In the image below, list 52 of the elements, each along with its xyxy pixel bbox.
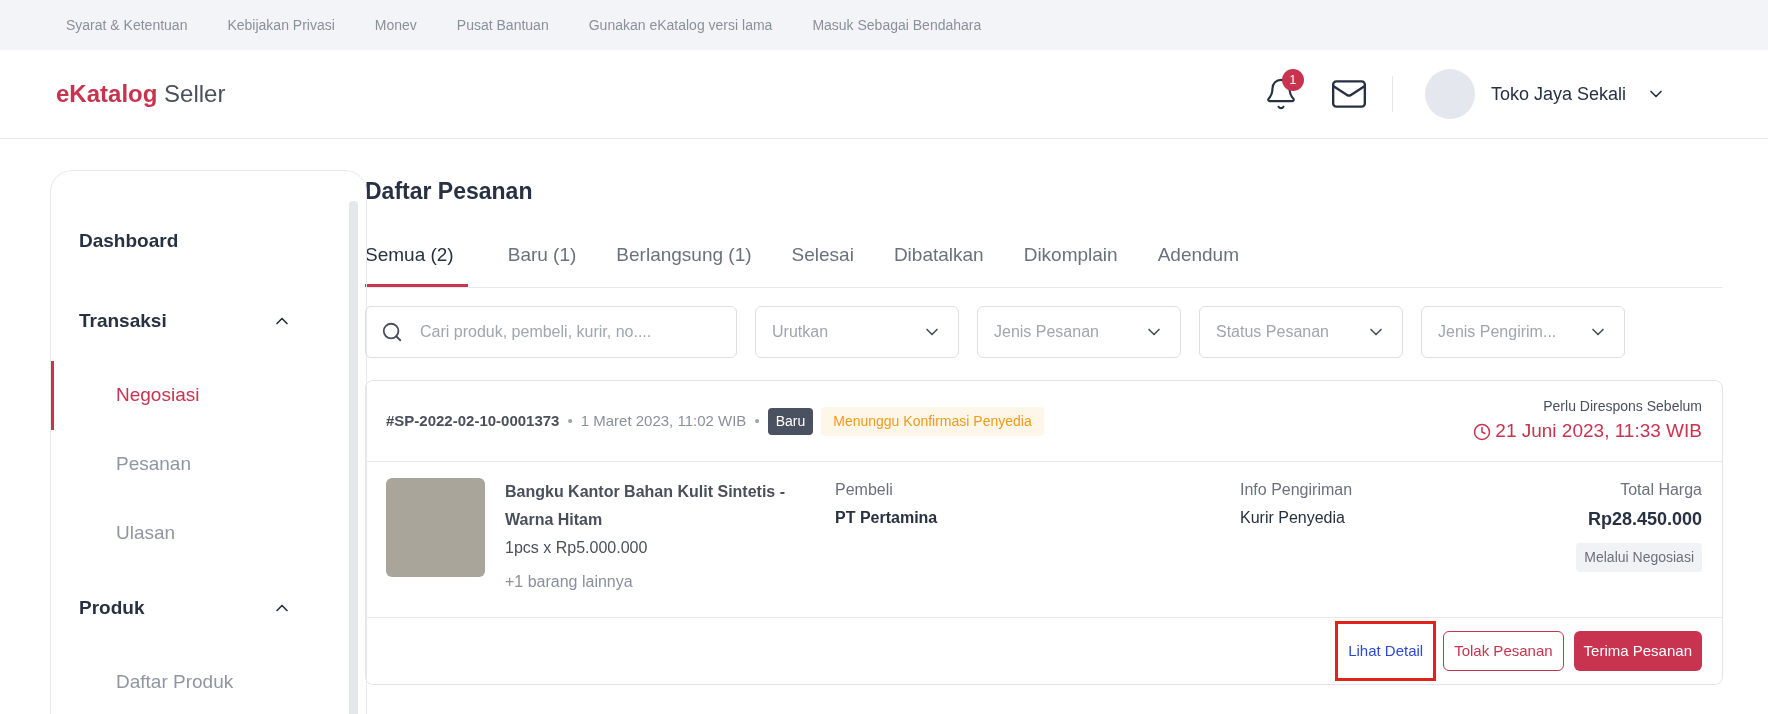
search-field[interactable]: Cari produk, pembeli, kurir, no.... <box>365 306 737 358</box>
shipping-value: Kurir Penyedia <box>1240 508 1346 528</box>
quantity-price: 1pcs x Rp5.000.000 <box>505 538 649 558</box>
user-name[interactable]: Toko Jaya Sekali <box>1490 80 1626 108</box>
product-name: Bangku Kantor Bahan Kulit Sintetis - Warna Hitam <box>505 482 786 530</box>
tab[interactable]: Selesai <box>791 240 854 287</box>
top-link[interactable]: Monev <box>374 14 417 36</box>
order-date: 1 Maret 2023, 11:02 WIB <box>580 410 747 431</box>
tab[interactable]: Dikomplain <box>1023 240 1118 287</box>
tab[interactable]: Berlangsung (1) <box>616 240 752 287</box>
page-title: Daftar Pesanan <box>365 177 534 206</box>
deadline-label: Perlu Direspons Sebelum <box>1543 397 1702 417</box>
total-label: Total Harga <box>1620 480 1702 500</box>
method-tag: Melalui Negosiasi <box>1576 543 1702 572</box>
tab[interactable]: Semua (2) <box>365 240 468 287</box>
sidebar-item[interactable]: Ulasan <box>51 499 366 568</box>
sidebar-item[interactable]: Daftar Produk <box>51 648 366 714</box>
action-button[interactable]: Lihat Detail <box>1338 624 1434 678</box>
clock-icon <box>1473 422 1492 441</box>
search-icon <box>381 321 403 343</box>
logo[interactable]: eKatalog Seller <box>56 76 226 112</box>
shipping-label: Info Pengiriman <box>1240 480 1354 500</box>
deadline: 21 Juni 2023, 11:33 WIB <box>1495 419 1702 444</box>
order-number: #SP-2022-02-10-0001373 <box>386 410 560 431</box>
notification-count: 1 <box>1281 69 1304 91</box>
status-badge: Baru <box>767 407 814 435</box>
top-link[interactable]: Kebijakan Privasi <box>227 14 335 36</box>
sidebar-item[interactable]: Pesanan <box>51 430 366 499</box>
action-button[interactable]: Tolak Pesanan <box>1443 631 1564 671</box>
tab[interactable]: Dibatalkan <box>893 240 984 287</box>
top-link[interactable]: Pusat Bantuan <box>456 14 549 36</box>
sidebar-item[interactable]: Negosiasi <box>51 361 366 430</box>
top-link[interactable]: Syarat & Ketentuan <box>66 14 188 36</box>
total-price: Rp28.450.000 <box>1587 508 1702 531</box>
buyer-label: Pembeli <box>835 480 894 500</box>
filter-dropdown[interactable]: Urutkan <box>755 306 959 358</box>
sidebar-group[interactable]: Produk <box>51 568 366 648</box>
action-button[interactable]: Terima Pesanan <box>1573 631 1702 671</box>
top-link[interactable]: Masuk Sebagai Bendahara <box>812 14 982 36</box>
filter-dropdown[interactable]: Jenis Pesanan <box>977 306 1181 358</box>
sidebar-group[interactable]: Dashboard <box>51 201 366 281</box>
sidebar-group[interactable]: Transaksi <box>51 281 366 361</box>
status-badge: Menunggu Konfirmasi Penyedia <box>821 406 1044 436</box>
filter-dropdown[interactable]: Jenis Pengirim... <box>1421 306 1625 358</box>
filter-dropdown[interactable]: Status Pesanan <box>1199 306 1403 358</box>
tab[interactable]: Baru (1) <box>507 240 577 287</box>
tab[interactable]: Adendum <box>1157 240 1239 287</box>
buyer-name: PT Pertamina <box>835 508 939 528</box>
top-link[interactable]: Gunakan eKatalog versi lama <box>588 14 773 36</box>
separator-dot: • <box>567 410 573 431</box>
more-items: +1 barang lainnya <box>505 572 634 592</box>
separator-dot: • <box>754 410 760 431</box>
